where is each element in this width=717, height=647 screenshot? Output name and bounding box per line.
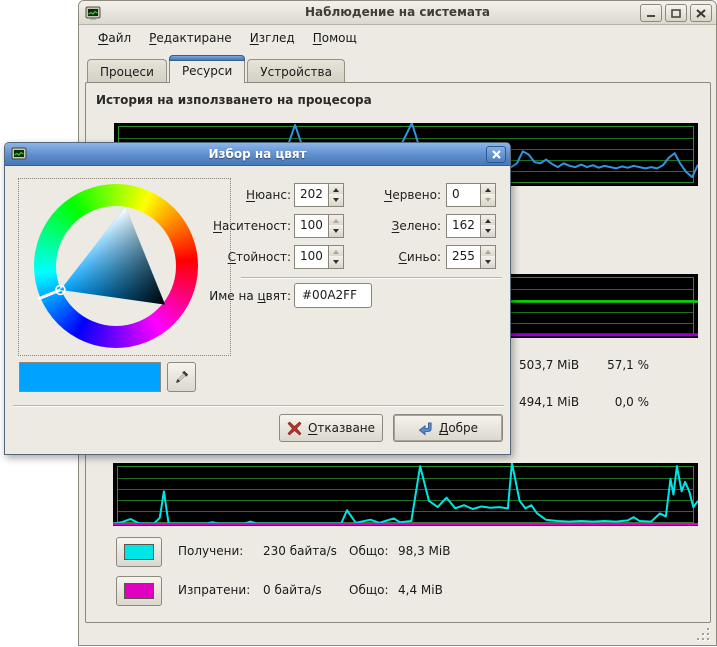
swap-amount: 494,1 MiB (519, 395, 579, 409)
maximize-icon (671, 9, 681, 18)
arrow-down-icon (485, 229, 491, 233)
close-button[interactable] (690, 4, 712, 22)
red-spinner[interactable]: 0 (446, 183, 496, 207)
received-total-label: Общо: (349, 544, 389, 558)
titlebar[interactable]: Наблюдение на системата (79, 1, 716, 25)
window-title: Наблюдение на системата (79, 5, 716, 19)
menu-bar: Файл Редактиране Изглед Помощ (79, 26, 716, 50)
red-entry[interactable]: 0 (446, 183, 481, 207)
received-color-button[interactable] (116, 537, 162, 567)
green-entry[interactable]: 162 (446, 214, 481, 238)
close-icon (492, 150, 501, 159)
arrow-down-icon (485, 260, 491, 264)
network-sent-row: Изпратени: 0 байта/s Общо: 4,4 MiB (116, 576, 696, 606)
memory-amount: 503,7 MiB (519, 358, 579, 372)
ok-button[interactable]: Добре (393, 414, 503, 442)
sent-label: Изпратени: (178, 583, 250, 597)
swap-percent: 0,0 % (574, 395, 649, 409)
color-name-entry[interactable]: #00A2FF (294, 283, 372, 308)
color-preview (19, 362, 161, 392)
memory-percent: 57,1 % (574, 358, 649, 372)
red-label: Червено: (335, 183, 441, 207)
close-icon (696, 9, 706, 18)
saturation-label: Наситеност: (125, 214, 291, 238)
blue-label: Синьо: (335, 245, 441, 269)
arrow-up-icon (485, 188, 491, 192)
resize-grip[interactable] (697, 628, 709, 640)
ok-return-arrow-icon (418, 421, 433, 436)
tab-resources[interactable]: Ресурси (169, 55, 245, 83)
fields-separator (241, 277, 502, 279)
blue-spinner[interactable]: 255 (446, 245, 496, 269)
cancel-x-icon (287, 421, 302, 436)
received-label: Получени: (178, 544, 243, 558)
network-received-row: Получени: 230 байта/s Общо: 98,3 MiB (116, 537, 696, 567)
tab-bar: Процеси Ресурси Устройства (87, 54, 347, 83)
cancel-button[interactable]: Отказване (279, 414, 383, 442)
value-entry[interactable]: 100 (294, 245, 329, 269)
color-picker-dialog: Избор на цвят (4, 142, 511, 455)
series-received-bytes (113, 463, 698, 523)
received-total: 98,3 MiB (398, 544, 450, 558)
network-history-chart (113, 463, 698, 526)
received-rate: 230 байта/s (263, 544, 337, 558)
menu-file[interactable]: Файл (89, 28, 140, 48)
spin-down-button[interactable] (481, 225, 495, 237)
sent-total: 4,4 MiB (398, 583, 443, 597)
hue-label: Нюанс: (125, 183, 291, 207)
spin-down-button[interactable] (481, 194, 495, 206)
color-name-label: Име на цвят: (175, 284, 291, 308)
arrow-up-icon (485, 250, 491, 254)
saturation-entry[interactable]: 100 (294, 214, 329, 238)
arrow-down-icon (485, 198, 491, 202)
maximize-button[interactable] (665, 4, 687, 22)
dialog-close-button[interactable] (486, 146, 506, 163)
menu-edit[interactable]: Редактиране (140, 28, 241, 48)
status-bar (80, 623, 715, 644)
sent-color-swatch (124, 583, 154, 599)
arrow-up-icon (485, 219, 491, 223)
green-label: Зелено: (335, 214, 441, 238)
sent-color-button[interactable] (116, 576, 162, 606)
eyedropper-button[interactable] (167, 362, 196, 392)
spin-down-button[interactable] (481, 256, 495, 268)
eyedropper-icon (174, 369, 190, 385)
green-spinner[interactable]: 162 (446, 214, 496, 238)
hue-marker-line (38, 290, 60, 299)
dialog-title: Избор на цвят (5, 147, 510, 161)
received-color-swatch (124, 544, 154, 560)
actions-separator (13, 405, 504, 407)
cpu-history-title: История на използването на процесора (96, 93, 372, 107)
tab-processes[interactable]: Процеси (87, 59, 167, 83)
cancel-button-label: Отказване (308, 421, 375, 435)
menu-view[interactable]: Изглед (241, 28, 304, 48)
dialog-titlebar[interactable]: Избор на цвят (5, 143, 510, 166)
menu-help[interactable]: Помощ (304, 28, 366, 48)
sent-rate: 0 байта/s (263, 583, 322, 597)
ok-button-label: Добре (439, 421, 478, 435)
sent-total-label: Общо: (349, 583, 389, 597)
blue-entry[interactable]: 255 (446, 245, 481, 269)
hue-entry[interactable]: 202 (294, 183, 329, 207)
minimize-button[interactable] (640, 4, 662, 22)
minimize-icon (646, 9, 656, 18)
tab-devices[interactable]: Устройства (247, 59, 345, 83)
value-label: Стойност: (125, 245, 291, 269)
